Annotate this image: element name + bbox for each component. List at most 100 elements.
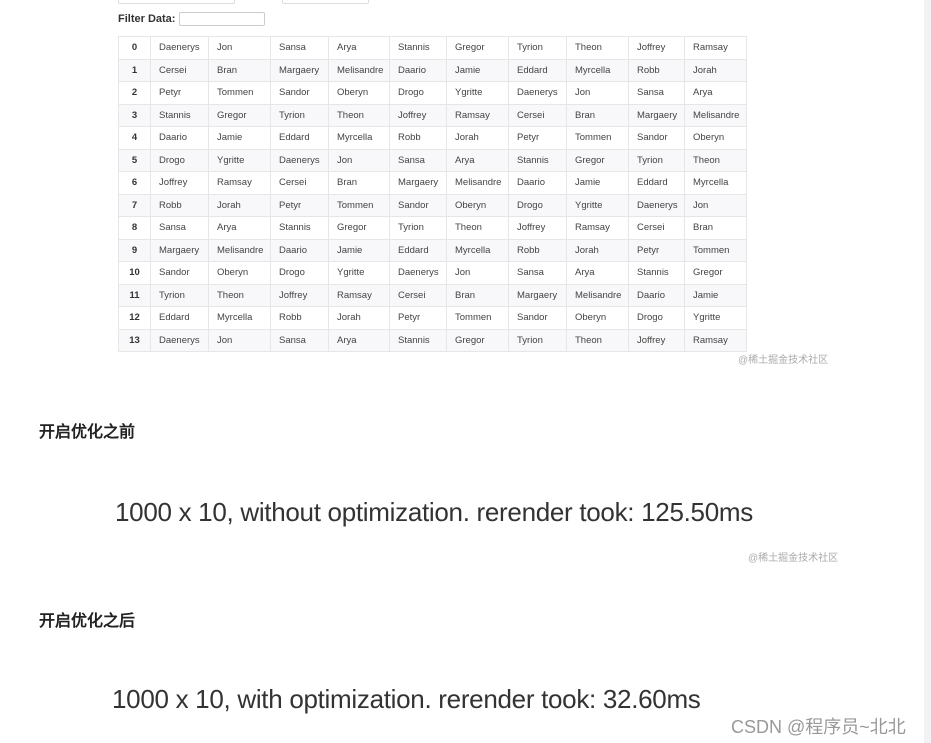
- top-control[interactable]: [118, 0, 235, 4]
- table-cell: Joffrey: [508, 216, 567, 240]
- table-cell: Daenerys: [508, 81, 567, 105]
- filter-input[interactable]: [179, 12, 266, 26]
- table-cell: Jamie: [684, 283, 747, 307]
- table-cell: Tyrion: [508, 36, 567, 60]
- top-control[interactable]: [282, 0, 369, 4]
- table-cell: Myrcella: [208, 306, 271, 330]
- table-cell: Petyr: [389, 306, 447, 330]
- table-cell: Myrcella: [446, 238, 509, 262]
- table-cell: Robb: [389, 126, 447, 150]
- table-cell: Joffrey: [389, 103, 447, 127]
- table-cell: Jamie: [328, 238, 390, 262]
- table-cell: Theon: [328, 103, 390, 127]
- table-cell: Eddard: [508, 58, 567, 82]
- table-cell: Tommen: [328, 193, 390, 217]
- table-cell: Sandor: [389, 193, 447, 217]
- table-row: 13 Daenerys Jon Sansa Arya Stannis Gregor Tyrio…: [118, 328, 747, 352]
- table-cell: Cersei: [150, 58, 209, 82]
- table-cell: Sandor: [508, 306, 567, 330]
- table-cell: Drogo: [150, 148, 209, 172]
- table-cell: Stannis: [389, 36, 447, 60]
- table-cell: Arya: [208, 216, 271, 240]
- table-row: 3 Stannis Gregor Tyrion Theon Joffrey Ramsay Ce…: [118, 103, 747, 127]
- table-cell: Margaery: [628, 103, 685, 127]
- row-index: 1: [118, 58, 151, 82]
- table-cell: Stannis: [150, 103, 209, 127]
- table-cell: Tyrion: [389, 216, 447, 240]
- table-cell: Drogo: [389, 81, 447, 105]
- table-cell: Melisandre: [566, 283, 629, 307]
- table-row: 10 Sandor Oberyn Drogo Ygritte Daenerys Jon San…: [118, 261, 747, 285]
- table-cell: Jamie: [446, 58, 509, 82]
- table-cell: Jorah: [684, 58, 747, 82]
- row-index: 7: [118, 193, 151, 217]
- row-index: 5: [118, 148, 151, 172]
- table-cell: Ramsay: [684, 328, 747, 352]
- table-cell: Petyr: [628, 238, 685, 262]
- table-cell: Joffrey: [628, 328, 685, 352]
- watermark: @稀土掘金技术社区: [748, 553, 839, 564]
- table-cell: Tyrion: [628, 148, 685, 172]
- table-cell: Daenerys: [389, 261, 447, 285]
- table-cell: Oberyn: [328, 81, 390, 105]
- table-row: 0 Daenerys Jon Sansa Arya Stannis Gregor Tyrion…: [118, 36, 747, 60]
- table-cell: Oberyn: [208, 261, 271, 285]
- table-cell: Ramsay: [566, 216, 629, 240]
- table-cell: Margaery: [389, 171, 447, 195]
- table-cell: Sandor: [270, 81, 329, 105]
- table-cell: Sansa: [150, 216, 209, 240]
- table-cell: Robb: [508, 238, 567, 262]
- table-cell: Cersei: [628, 216, 685, 240]
- table-cell: Melisandre: [328, 58, 390, 82]
- table-cell: Gregor: [208, 103, 271, 127]
- table-cell: Eddard: [270, 126, 329, 150]
- table-cell: Bran: [328, 171, 390, 195]
- table-cell: Bran: [566, 103, 629, 127]
- table-cell: Ygritte: [328, 261, 390, 285]
- table-cell: Sansa: [508, 261, 567, 285]
- row-index: 6: [118, 171, 151, 195]
- before-result: 1000 x 10, without optimization. rerende…: [115, 497, 753, 527]
- table-cell: Joffrey: [628, 36, 685, 60]
- before-heading: 开启优化之前: [39, 424, 136, 441]
- table-cell: Ygritte: [566, 193, 629, 217]
- filter-row: Filter Data:: [118, 12, 266, 26]
- table-cell: Stannis: [389, 328, 447, 352]
- table-cell: Robb: [150, 193, 209, 217]
- row-index: 2: [118, 81, 151, 105]
- table-cell: Jamie: [566, 171, 629, 195]
- table-row: 5 Drogo Ygritte Daenerys Jon Sansa Arya Stannis…: [118, 148, 747, 172]
- table-cell: Daenerys: [628, 193, 685, 217]
- table-cell: Joffrey: [150, 171, 209, 195]
- table-cell: Myrcella: [328, 126, 390, 150]
- data-table: 0 Daenerys Jon Sansa Arya Stannis Gregor Tyrion…: [118, 36, 747, 352]
- table-cell: Jon: [208, 328, 271, 352]
- row-index: 9: [118, 238, 151, 262]
- table-cell: Sansa: [389, 148, 447, 172]
- table-cell: Jamie: [208, 126, 271, 150]
- table-cell: Theon: [566, 36, 629, 60]
- table-cell: Jon: [208, 36, 271, 60]
- table-cell: Sandor: [150, 261, 209, 285]
- table-cell: Jorah: [446, 126, 509, 150]
- table-cell: Theon: [684, 148, 747, 172]
- table-cell: Jorah: [328, 306, 390, 330]
- table-cell: Gregor: [446, 36, 509, 60]
- table-cell: Daario: [150, 126, 209, 150]
- table-cell: Stannis: [508, 148, 567, 172]
- row-index: 11: [118, 283, 151, 307]
- table-cell: Theon: [446, 216, 509, 240]
- table-row: 4 Daario Jamie Eddard Myrcella Robb Jorah Petyr…: [118, 126, 747, 150]
- table-cell: Bran: [446, 283, 509, 307]
- table-cell: Tommen: [208, 81, 271, 105]
- table-row: 7 Robb Jorah Petyr Tommen Sandor Oberyn Drogo Yg…: [118, 193, 747, 217]
- table-cell: Eddard: [150, 306, 209, 330]
- table-cell: Robb: [270, 306, 329, 330]
- table-cell: Daenerys: [270, 148, 329, 172]
- table-cell: Joffrey: [270, 283, 329, 307]
- table-cell: Myrcella: [684, 171, 747, 195]
- table-cell: Drogo: [270, 261, 329, 285]
- table-cell: Stannis: [270, 216, 329, 240]
- table-cell: Jorah: [208, 193, 271, 217]
- table-cell: Gregor: [566, 148, 629, 172]
